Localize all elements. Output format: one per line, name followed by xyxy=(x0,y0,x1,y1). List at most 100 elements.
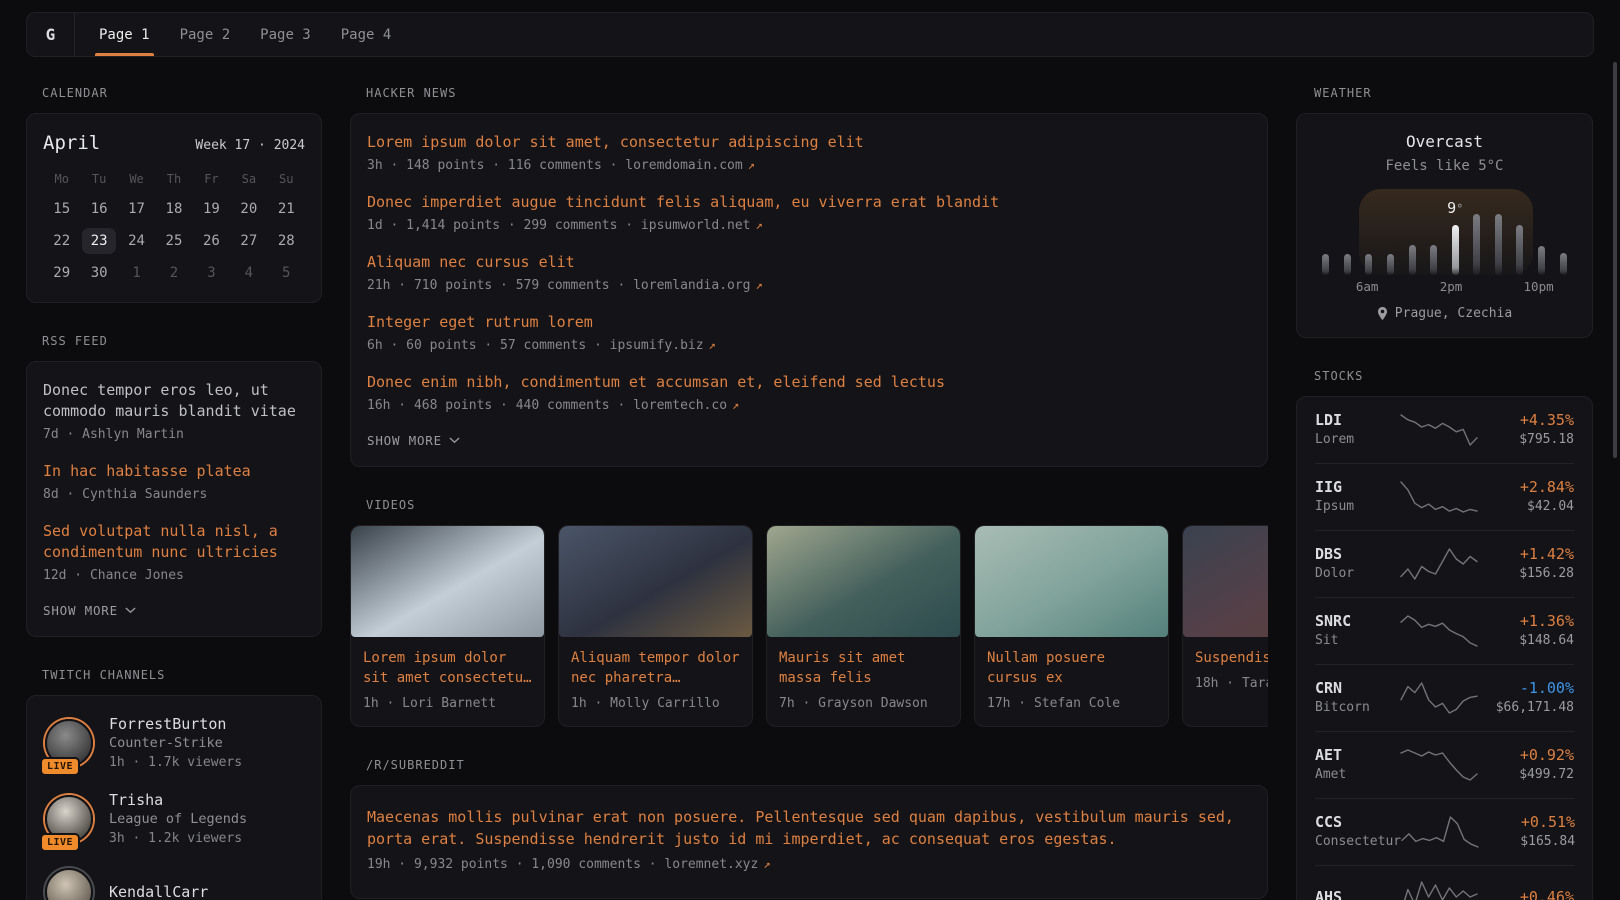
stock-row-iig[interactable]: IIGIpsum+2.84%$42.04 xyxy=(1315,463,1574,530)
hackernews-show-more-button[interactable]: SHOW MORE xyxy=(367,431,460,450)
rss-item-meta-text: 7d · Ashlyn Martin xyxy=(43,427,184,442)
stock-sparkline xyxy=(1400,613,1478,649)
channel-info: ForrestBurtonCounter-Strike1h · 1.7k vie… xyxy=(109,714,242,772)
stock-identity: AETAmet xyxy=(1315,745,1400,784)
stock-row-dbs[interactable]: DBSDolor+1.42%$156.28 xyxy=(1315,530,1574,597)
stock-identity: SNRCSit xyxy=(1315,611,1400,650)
rss-section: RSS FEED Donec tempor eros leo, ut commo… xyxy=(26,333,322,637)
video-card-body: Lorem ipsum dolor sit amet consectetu…1h… xyxy=(351,637,544,726)
rss-item: Sed volutpat nulla nisl, a condimentum n… xyxy=(43,521,305,585)
weather-time-label xyxy=(1483,279,1503,295)
twitch-channel[interactable]: KendallCarr xyxy=(43,866,305,900)
hackernews-item-title[interactable]: Aliquam nec cursus elit xyxy=(367,252,1251,273)
hackernews-item-meta-text: 16h · 468 points · 440 comments · loremt… xyxy=(367,398,727,413)
video-card[interactable]: Aliquam tempor dolor nec pharetra… 1h · M… xyxy=(558,525,753,727)
stock-price: $42.04 xyxy=(1478,498,1574,516)
weather-bar xyxy=(1322,254,1329,275)
external-link-icon[interactable]: ↗ xyxy=(763,857,770,871)
hackernews-item-title[interactable]: Integer eget rutrum lorem xyxy=(367,312,1251,333)
stock-identity: CCSConsectetur xyxy=(1315,812,1401,851)
video-thumbnail xyxy=(1183,526,1268,637)
stock-price: $499.72 xyxy=(1478,766,1574,784)
stock-sparkline xyxy=(1400,546,1478,582)
video-meta: 17h · Stefan Cole xyxy=(987,694,1156,713)
video-card[interactable]: Suspendisse diam18h · Tara xyxy=(1182,525,1268,727)
calendar-day-cell: 1 xyxy=(120,260,154,286)
external-link-icon[interactable]: ↗ xyxy=(748,158,755,172)
weather-bar-slot xyxy=(1466,214,1488,275)
subreddit-post-title[interactable]: Maecenas mollis pulvinar erat non posuer… xyxy=(367,806,1251,850)
weather-time-label xyxy=(1378,279,1398,295)
hackernews-item-meta-text: 3h · 148 points · 116 comments · loremdo… xyxy=(367,158,743,173)
video-title[interactable]: Suspendisse diam xyxy=(1195,648,1268,668)
calendar-month: April xyxy=(43,132,100,154)
video-card[interactable]: Lorem ipsum dolor sit amet consectetu…1h… xyxy=(350,525,545,727)
stock-ticker: LDI xyxy=(1315,410,1400,430)
weather-bar xyxy=(1387,254,1394,275)
calendar-day-cell: 30 xyxy=(82,260,116,286)
weather-bar xyxy=(1538,246,1545,275)
weather-bar-slot xyxy=(1444,225,1466,275)
weather-bar-slot xyxy=(1552,253,1574,275)
chevron-down-icon xyxy=(449,437,460,444)
stock-row-crn[interactable]: CRNBitcorn-1.00%$66,171.48 xyxy=(1315,664,1574,731)
stock-row-ldi[interactable]: LDILorem+4.35%$795.18 xyxy=(1315,397,1574,463)
rss-item-title[interactable]: In hac habitasse platea xyxy=(43,461,305,482)
external-link-icon[interactable]: ↗ xyxy=(709,338,716,352)
channel-name: KendallCarr xyxy=(109,882,208,900)
avatar-wrap: LIVE xyxy=(43,717,93,769)
rss-item: Donec tempor eros leo, ut commodo mauris… xyxy=(43,380,305,444)
weather-section-label: WEATHER xyxy=(1314,85,1593,101)
hackernews-item-title[interactable]: Lorem ipsum dolor sit amet, consectetur … xyxy=(367,132,1251,153)
stock-row-ahs[interactable]: AHS+0.46% xyxy=(1315,865,1574,900)
calendar-day-cell: 27 xyxy=(232,228,266,254)
video-title[interactable]: Lorem ipsum dolor sit amet consectetu… xyxy=(363,648,532,688)
video-title[interactable]: Aliquam tempor dolor nec pharetra… xyxy=(571,648,740,688)
weather-feels-like: Feels like 5°C xyxy=(1315,157,1574,175)
video-title[interactable]: Nullam posuere cursus ex xyxy=(987,648,1156,688)
nav-tab-page-1[interactable]: Page 1 xyxy=(97,13,152,56)
video-card[interactable]: Nullam posuere cursus ex 17h · Stefan Col… xyxy=(974,525,1169,727)
twitch-channel[interactable]: LIVE ForrestBurtonCounter-Strike1h · 1.7k… xyxy=(43,714,305,772)
rss-item-title[interactable]: Sed volutpat nulla nisl, a condimentum n… xyxy=(43,521,305,563)
nav-tab-page-3[interactable]: Page 3 xyxy=(258,13,313,56)
stock-change: -1.00% xyxy=(1478,678,1574,698)
weather-time-label: 2pm xyxy=(1440,279,1463,295)
calendar-day-header: We xyxy=(118,170,155,188)
video-meta: 1h · Molly Carrillo xyxy=(571,694,740,713)
stock-name: Lorem xyxy=(1315,431,1400,449)
calendar-day-cell: 26 xyxy=(194,228,228,254)
video-carousel: Lorem ipsum dolor sit amet consectetu… 1h… xyxy=(350,525,1268,727)
rss-item-meta: 12d · Chance Jones xyxy=(43,566,305,585)
scrollbar[interactable] xyxy=(1613,62,1617,458)
stock-name: Dolor xyxy=(1315,565,1400,583)
rss-item-title[interactable]: Donec tempor eros leo, ut commodo mauris… xyxy=(43,380,305,422)
twitch-channel[interactable]: LIVETrishaLeague of Legends3h · 1.2k vie… xyxy=(43,790,305,848)
nav-tab-page-2[interactable]: Page 2 xyxy=(178,13,233,56)
external-link-icon[interactable]: ↗ xyxy=(756,218,763,232)
video-card[interactable]: Mauris sit amet massa felis7h · Grayson … xyxy=(766,525,961,727)
channel-viewers: 1h · 1.7k viewers xyxy=(109,753,242,772)
stock-row-ccs[interactable]: CCSConsectetur+0.51%$165.84 xyxy=(1315,798,1574,865)
calendar-day-cell: 4 xyxy=(232,260,266,286)
stock-identity: LDILorem xyxy=(1315,410,1400,449)
hackernews-item-title[interactable]: Donec imperdiet augue tincidunt felis al… xyxy=(367,192,1251,213)
nav-tab-page-4[interactable]: Page 4 xyxy=(339,13,394,56)
rss-show-more-button[interactable]: SHOW MORE xyxy=(43,601,136,620)
video-thumbnail xyxy=(767,526,960,637)
weather-bar-slot xyxy=(1380,254,1402,275)
stock-row-snrc[interactable]: SNRCSit+1.36%$148.64 xyxy=(1315,597,1574,664)
external-link-icon[interactable]: ↗ xyxy=(756,278,763,292)
weather-condition: Overcast xyxy=(1315,132,1574,152)
video-card-body: Aliquam tempor dolor nec pharetra… 1h · M… xyxy=(559,637,752,726)
external-link-icon[interactable]: ↗ xyxy=(732,398,739,412)
video-title[interactable]: Mauris sit amet massa felis xyxy=(779,648,948,688)
stock-values: +0.92%$499.72 xyxy=(1478,745,1574,784)
stock-name: Amet xyxy=(1315,766,1400,784)
weather-bar xyxy=(1430,245,1437,275)
stock-change: +1.42% xyxy=(1478,544,1574,564)
weather-time-label xyxy=(1399,279,1419,295)
stock-row-aet[interactable]: AETAmet +0.92%$499.72 xyxy=(1315,731,1574,798)
hackernews-item-title[interactable]: Donec enim nibh, condimentum et accumsan… xyxy=(367,372,1251,393)
location-pin-icon xyxy=(1377,306,1388,321)
